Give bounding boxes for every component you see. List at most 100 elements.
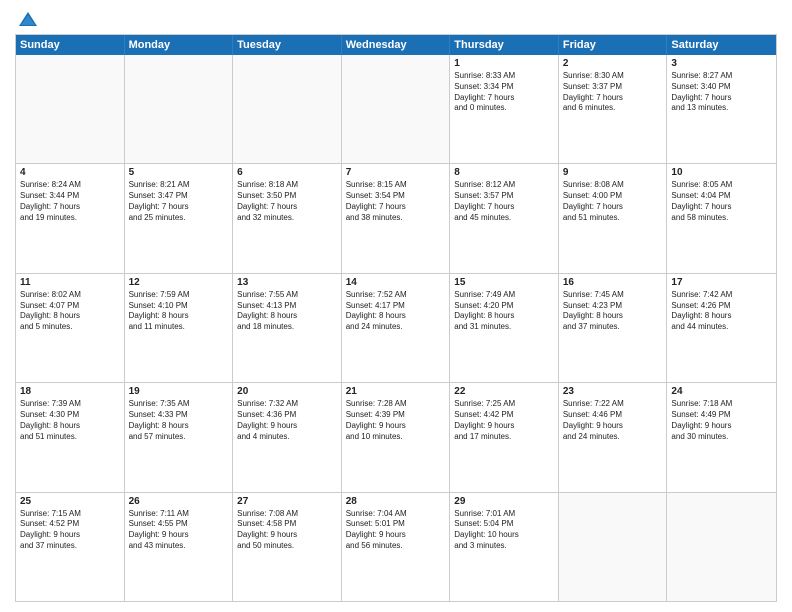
calendar-cell: 25 Sunrise: 7:15 AM Sunset: 4:52 PM Dayli…: [16, 493, 125, 601]
day-info: Sunrise: 8:18 AM Sunset: 3:50 PM Dayligh…: [237, 180, 337, 223]
day-number: 16: [563, 277, 663, 288]
calendar-cell: 3Sunrise: 8:27 AM Sunset: 3:40 PM Daylig…: [667, 55, 776, 163]
calendar: SundayMondayTuesdayWednesdayThursdayFrid…: [15, 34, 777, 602]
calendar-header-day: Tuesday: [233, 35, 342, 55]
calendar-cell-empty: [125, 55, 234, 163]
day-number: 24: [671, 386, 772, 397]
calendar-header-day: Friday: [559, 35, 668, 55]
day-info: Sunrise: 8:05 AM Sunset: 4:04 PM Dayligh…: [671, 180, 772, 223]
calendar-cell: 7 Sunrise: 8:15 AM Sunset: 3:54 PM Daylig…: [342, 164, 451, 272]
calendar-cell-empty: [16, 55, 125, 163]
day-info: Sunrise: 7:55 AM Sunset: 4:13 PM Dayligh…: [237, 290, 337, 333]
day-number: 10: [671, 167, 772, 178]
day-number: 21: [346, 386, 446, 397]
calendar-row: 18 Sunrise: 7:39 AM Sunset: 4:30 PM Dayli…: [16, 383, 776, 492]
day-info: Sunrise: 7:18 AM Sunset: 4:49 PM Dayligh…: [671, 399, 772, 442]
page: SundayMondayTuesdayWednesdayThursdayFrid…: [0, 0, 792, 612]
day-number: 18: [20, 386, 120, 397]
day-info: Sunrise: 7:59 AM Sunset: 4:10 PM Dayligh…: [129, 290, 229, 333]
day-number: 13: [237, 277, 337, 288]
calendar-cell: 28Sunrise: 7:04 AM Sunset: 5:01 PM Dayli…: [342, 493, 451, 601]
calendar-cell-empty: [342, 55, 451, 163]
day-number: 20: [237, 386, 337, 397]
day-info: Sunrise: 7:15 AM Sunset: 4:52 PM Dayligh…: [20, 509, 120, 552]
logo: [15, 10, 41, 28]
day-number: 15: [454, 277, 554, 288]
calendar-cell: 2 Sunrise: 8:30 AM Sunset: 3:37 PM Daylig…: [559, 55, 668, 163]
day-info: Sunrise: 7:32 AM Sunset: 4:36 PM Dayligh…: [237, 399, 337, 442]
day-info: Sunrise: 7:35 AM Sunset: 4:33 PM Dayligh…: [129, 399, 229, 442]
calendar-row: 25 Sunrise: 7:15 AM Sunset: 4:52 PM Dayli…: [16, 493, 776, 601]
calendar-cell: 10 Sunrise: 8:05 AM Sunset: 4:04 PM Dayli…: [667, 164, 776, 272]
calendar-cell: 13 Sunrise: 7:55 AM Sunset: 4:13 PM Dayli…: [233, 274, 342, 382]
day-number: 28: [346, 496, 446, 507]
day-info: Sunrise: 8:15 AM Sunset: 3:54 PM Dayligh…: [346, 180, 446, 223]
calendar-cell: 14 Sunrise: 7:52 AM Sunset: 4:17 PM Dayli…: [342, 274, 451, 382]
calendar-cell: 16 Sunrise: 7:45 AM Sunset: 4:23 PM Dayli…: [559, 274, 668, 382]
calendar-cell: 27Sunrise: 7:08 AM Sunset: 4:58 PM Dayli…: [233, 493, 342, 601]
day-info: Sunrise: 7:39 AM Sunset: 4:30 PM Dayligh…: [20, 399, 120, 442]
day-info: Sunrise: 7:45 AM Sunset: 4:23 PM Dayligh…: [563, 290, 663, 333]
day-number: 2: [563, 58, 663, 69]
day-number: 8: [454, 167, 554, 178]
calendar-header-day: Thursday: [450, 35, 559, 55]
calendar-cell: 1 Sunrise: 8:33 AM Sunset: 3:34 PM Daylig…: [450, 55, 559, 163]
day-number: 23: [563, 386, 663, 397]
day-info: Sunrise: 7:08 AM Sunset: 4:58 PM Dayligh…: [237, 509, 337, 552]
calendar-header-day: Wednesday: [342, 35, 451, 55]
calendar-header-day: Sunday: [16, 35, 125, 55]
day-number: 7: [346, 167, 446, 178]
calendar-cell: 5 Sunrise: 8:21 AM Sunset: 3:47 PM Daylig…: [125, 164, 234, 272]
calendar-cell: 11 Sunrise: 8:02 AM Sunset: 4:07 PM Dayli…: [16, 274, 125, 382]
calendar-cell: 4Sunrise: 8:24 AM Sunset: 3:44 PM Daylig…: [16, 164, 125, 272]
day-info: Sunrise: 8:02 AM Sunset: 4:07 PM Dayligh…: [20, 290, 120, 333]
calendar-cell-empty: [233, 55, 342, 163]
day-info: Sunrise: 8:30 AM Sunset: 3:37 PM Dayligh…: [563, 71, 663, 114]
day-number: 6: [237, 167, 337, 178]
calendar-cell: 8 Sunrise: 8:12 AM Sunset: 3:57 PM Daylig…: [450, 164, 559, 272]
day-info: Sunrise: 7:42 AM Sunset: 4:26 PM Dayligh…: [671, 290, 772, 333]
header: [15, 10, 777, 28]
calendar-cell: 6 Sunrise: 8:18 AM Sunset: 3:50 PM Daylig…: [233, 164, 342, 272]
day-info: Sunrise: 8:08 AM Sunset: 4:00 PM Dayligh…: [563, 180, 663, 223]
calendar-cell: 21 Sunrise: 7:28 AM Sunset: 4:39 PM Dayli…: [342, 383, 451, 491]
calendar-body: 1 Sunrise: 8:33 AM Sunset: 3:34 PM Daylig…: [16, 55, 776, 601]
day-info: Sunrise: 7:25 AM Sunset: 4:42 PM Dayligh…: [454, 399, 554, 442]
day-number: 12: [129, 277, 229, 288]
calendar-row: 11 Sunrise: 8:02 AM Sunset: 4:07 PM Dayli…: [16, 274, 776, 383]
day-info: Sunrise: 7:49 AM Sunset: 4:20 PM Dayligh…: [454, 290, 554, 333]
day-info: Sunrise: 8:12 AM Sunset: 3:57 PM Dayligh…: [454, 180, 554, 223]
calendar-cell: 23 Sunrise: 7:22 AM Sunset: 4:46 PM Dayli…: [559, 383, 668, 491]
day-info: Sunrise: 7:28 AM Sunset: 4:39 PM Dayligh…: [346, 399, 446, 442]
calendar-cell: 12 Sunrise: 7:59 AM Sunset: 4:10 PM Dayli…: [125, 274, 234, 382]
day-info: Sunrise: 8:33 AM Sunset: 3:34 PM Dayligh…: [454, 71, 554, 114]
day-number: 26: [129, 496, 229, 507]
calendar-row: 4Sunrise: 8:24 AM Sunset: 3:44 PM Daylig…: [16, 164, 776, 273]
calendar-cell: 22 Sunrise: 7:25 AM Sunset: 4:42 PM Dayli…: [450, 383, 559, 491]
calendar-cell: 24 Sunrise: 7:18 AM Sunset: 4:49 PM Dayli…: [667, 383, 776, 491]
calendar-cell-empty: [559, 493, 668, 601]
day-number: 19: [129, 386, 229, 397]
calendar-cell: 26 Sunrise: 7:11 AM Sunset: 4:55 PM Dayli…: [125, 493, 234, 601]
day-number: 25: [20, 496, 120, 507]
day-number: 11: [20, 277, 120, 288]
calendar-cell: 29 Sunrise: 7:01 AM Sunset: 5:04 PM Dayli…: [450, 493, 559, 601]
day-number: 4: [20, 167, 120, 178]
calendar-cell: 20 Sunrise: 7:32 AM Sunset: 4:36 PM Dayli…: [233, 383, 342, 491]
calendar-cell: 18 Sunrise: 7:39 AM Sunset: 4:30 PM Dayli…: [16, 383, 125, 491]
logo-icon: [17, 10, 39, 28]
day-info: Sunrise: 7:11 AM Sunset: 4:55 PM Dayligh…: [129, 509, 229, 552]
day-info: Sunrise: 7:01 AM Sunset: 5:04 PM Dayligh…: [454, 509, 554, 552]
day-info: Sunrise: 8:27 AM Sunset: 3:40 PM Dayligh…: [671, 71, 772, 114]
day-number: 1: [454, 58, 554, 69]
day-info: Sunrise: 7:22 AM Sunset: 4:46 PM Dayligh…: [563, 399, 663, 442]
day-number: 17: [671, 277, 772, 288]
day-number: 14: [346, 277, 446, 288]
day-info: Sunrise: 8:21 AM Sunset: 3:47 PM Dayligh…: [129, 180, 229, 223]
day-number: 5: [129, 167, 229, 178]
calendar-header-day: Monday: [125, 35, 234, 55]
day-number: 22: [454, 386, 554, 397]
calendar-row: 1 Sunrise: 8:33 AM Sunset: 3:34 PM Daylig…: [16, 55, 776, 164]
day-info: Sunrise: 7:52 AM Sunset: 4:17 PM Dayligh…: [346, 290, 446, 333]
day-number: 29: [454, 496, 554, 507]
